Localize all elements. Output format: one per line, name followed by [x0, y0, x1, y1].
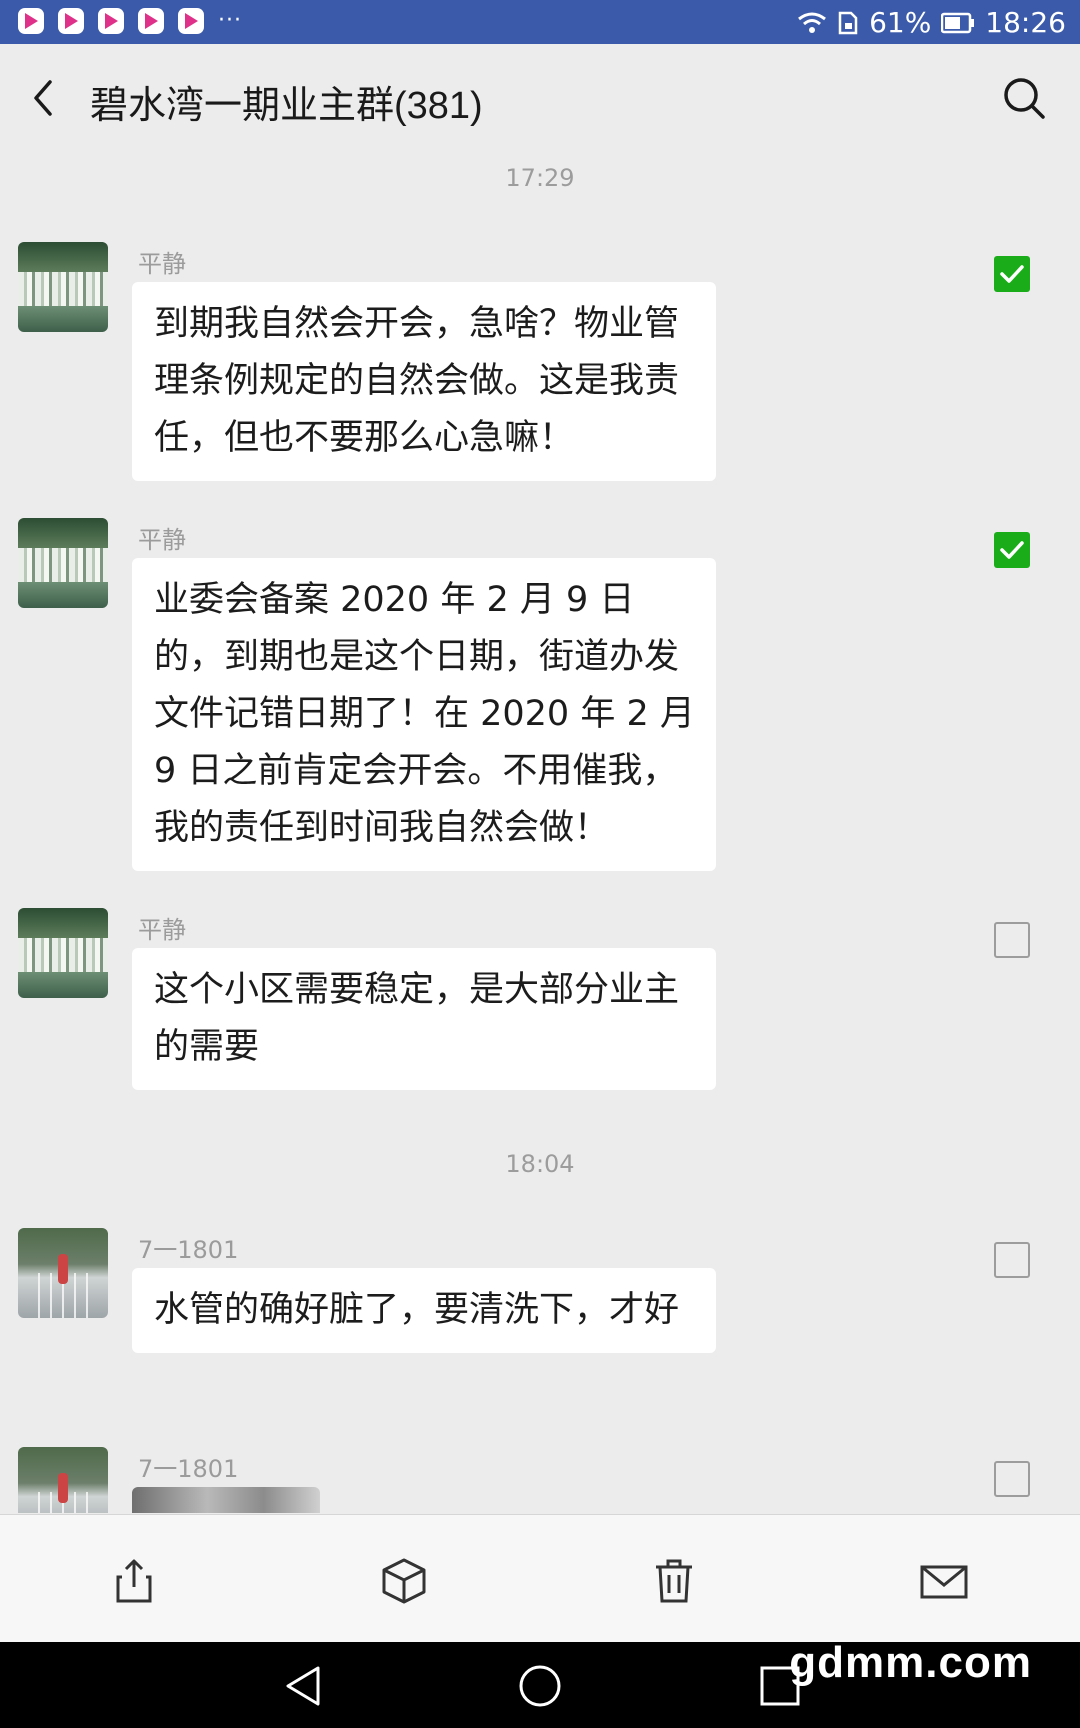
back-triangle-icon: [286, 1666, 320, 1706]
mail-icon: [920, 1565, 968, 1599]
sender-name: 7一1801: [138, 1236, 239, 1264]
video-app-icon: [98, 8, 124, 34]
status-right: 61% 18:26: [797, 6, 1066, 39]
back-button[interactable]: [22, 74, 70, 122]
select-checkbox[interactable]: [994, 1461, 1030, 1497]
video-app-icon: [178, 8, 204, 34]
video-app-icon: [138, 8, 164, 34]
avatar[interactable]: [18, 1447, 108, 1513]
wifi-icon: [797, 11, 827, 35]
sender-name: 平静: [138, 916, 186, 944]
chat-header: 碧水湾一期业主群(381): [0, 44, 1080, 154]
message-item: 7一1801 水管的确好脏了，要清洗下，才好: [0, 1228, 1080, 1428]
video-app-icon: [58, 8, 84, 34]
battery-percent: 61%: [869, 6, 932, 39]
message-item: 7一1801: [0, 1447, 1080, 1513]
multi-select-action-bar: [0, 1514, 1080, 1643]
message-item: 平静 这个小区需要稳定，是大部分业主的需要: [0, 908, 1080, 1108]
more-notifications-indicator: ···: [218, 8, 242, 33]
page-title: 碧水湾一期业主群(381): [90, 85, 483, 127]
time-separator: 18:04: [505, 1150, 575, 1178]
nav-back-button[interactable]: [282, 1664, 326, 1708]
status-bar: ··· 61% 18:26: [0, 0, 1080, 44]
check-icon: [1000, 541, 1024, 559]
favorite-box-icon: [382, 1558, 426, 1604]
chevron-left-icon: [34, 80, 52, 116]
home-circle-icon: [519, 1665, 561, 1707]
sim-card-icon: [837, 11, 859, 35]
avatar[interactable]: [18, 1228, 108, 1318]
select-checkbox[interactable]: [994, 256, 1030, 292]
sender-name: 7一1801: [138, 1455, 239, 1483]
video-app-icon: [18, 8, 44, 34]
site-watermark: gdmm.com: [789, 1638, 1032, 1687]
favorite-button[interactable]: [378, 1555, 430, 1607]
search-icon: [1004, 78, 1045, 119]
avatar[interactable]: [18, 908, 108, 998]
sender-name: 平静: [138, 526, 186, 554]
share-button[interactable]: [108, 1555, 160, 1607]
message-item: 平静 业委会备案 2020 年 2 月 9 日的，到期也是这个日期，街道办发文件…: [0, 518, 1080, 888]
image-message-thumbnail[interactable]: [132, 1487, 320, 1513]
search-button[interactable]: [1000, 74, 1048, 122]
select-checkbox[interactable]: [994, 1242, 1030, 1278]
clock: 18:26: [985, 6, 1066, 39]
battery-icon: [941, 12, 975, 34]
select-checkbox[interactable]: [994, 922, 1030, 958]
avatar[interactable]: [18, 242, 108, 332]
delete-icon: [656, 1559, 692, 1603]
message-bubble[interactable]: 业委会备案 2020 年 2 月 9 日的，到期也是这个日期，街道办发文件记错日…: [132, 558, 716, 871]
delete-button[interactable]: [648, 1555, 700, 1607]
message-bubble[interactable]: 这个小区需要稳定，是大部分业主的需要: [132, 948, 716, 1090]
nav-home-button[interactable]: [518, 1664, 562, 1708]
avatar[interactable]: [18, 518, 108, 608]
message-bubble[interactable]: 到期我自然会开会，急啥？物业管理条例规定的自然会做。这是我责任，但也不要那么心急…: [132, 282, 716, 481]
sender-name: 平静: [138, 250, 186, 278]
notification-icons: ···: [18, 8, 242, 34]
time-separator: 17:29: [505, 164, 575, 192]
message-item: 平静 到期我自然会开会，急啥？物业管理条例规定的自然会做。这是我责任，但也不要那…: [0, 242, 1080, 492]
share-icon: [116, 1559, 152, 1603]
mail-button[interactable]: [918, 1555, 970, 1607]
select-checkbox[interactable]: [994, 532, 1030, 568]
message-bubble[interactable]: 水管的确好脏了，要清洗下，才好: [132, 1268, 716, 1353]
check-icon: [1000, 265, 1024, 283]
